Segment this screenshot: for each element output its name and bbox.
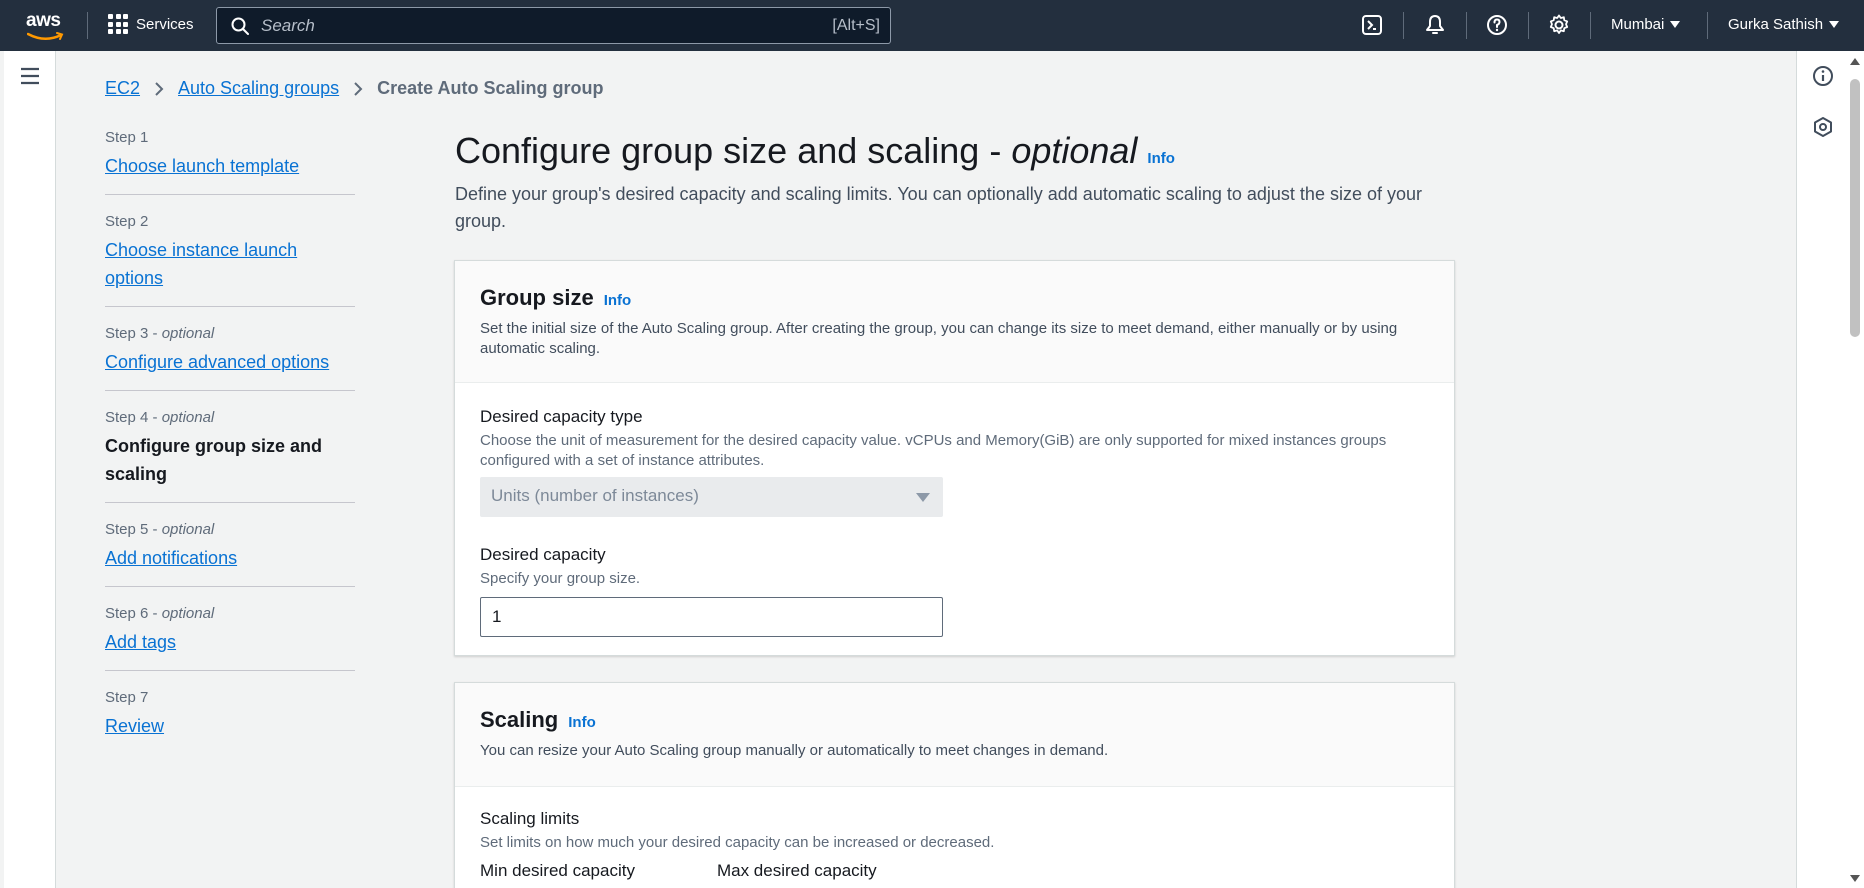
- group-size-title: Group size Info: [480, 285, 632, 310]
- scaling-body: Scaling limits Set limits on how much yo…: [455, 809, 1454, 881]
- services-label: Services: [136, 15, 194, 33]
- scaling-panel: Scaling Info You can resize your Auto Sca…: [454, 682, 1455, 888]
- scaling-limits-description: Set limits on how much your desired capa…: [480, 834, 995, 851]
- search-input[interactable]: [261, 8, 781, 43]
- desired-capacity-type-select[interactable]: Units (number of instances): [480, 477, 943, 517]
- search-icon: [231, 17, 249, 35]
- feedback-hexagon-icon[interactable]: [1812, 116, 1834, 138]
- page-info-link[interactable]: Info: [1147, 150, 1175, 167]
- scaling-title: Scaling Info: [480, 707, 596, 732]
- chevron-down-icon: [1670, 21, 1681, 28]
- group-size-info-link[interactable]: Info: [604, 292, 632, 309]
- max-desired-capacity-label: Max desired capacity: [716, 861, 877, 880]
- step-link-configure-advanced-options[interactable]: Configure advanced options: [105, 348, 329, 376]
- step-number-label: Step 7: [105, 689, 149, 706]
- scroll-up-arrow-icon[interactable]: [1850, 58, 1860, 65]
- group-size-description: Set the initial size of the Auto Scaling…: [480, 320, 1398, 357]
- step-link-choose-instance-launch-options[interactable]: Choose instance launch options: [105, 236, 355, 292]
- group-size-panel: Group size Info Set the initial size of t…: [454, 260, 1455, 656]
- page-title: Configure group size and scaling - optio…: [455, 130, 1175, 171]
- desired-capacity-type-label: Desired capacity type: [480, 407, 643, 426]
- nav-divider: [1403, 12, 1404, 39]
- scaling-info-link[interactable]: Info: [568, 714, 596, 731]
- scaling-header: Scaling Info You can resize your Auto Sca…: [455, 683, 1454, 787]
- search-bar[interactable]: [Alt+S]: [216, 7, 891, 44]
- wizard-step: Step 7 Review: [105, 688, 355, 754]
- step-number-label: Step 6 - optional: [105, 605, 215, 622]
- region-label: Mumbai: [1611, 16, 1665, 33]
- nav-divider: [1707, 12, 1708, 39]
- step-link-add-tags[interactable]: Add tags: [105, 628, 176, 656]
- step-link-choose-launch-template[interactable]: Choose launch template: [105, 152, 299, 180]
- aws-logo-text: aws: [26, 10, 61, 31]
- scaling-description: You can resize your Auto Scaling group m…: [480, 742, 1109, 759]
- step-number-label: Step 4 - optional: [105, 409, 215, 426]
- account-menu[interactable]: Gurka Sathish: [1728, 16, 1840, 33]
- services-menu-button[interactable]: Services: [108, 14, 194, 34]
- settings-gear-icon[interactable]: [1547, 13, 1571, 37]
- breadcrumb-link-auto-scaling-groups[interactable]: Auto Scaling groups: [178, 78, 339, 99]
- hamburger-menu-icon[interactable]: [20, 67, 40, 85]
- services-grid-icon: [108, 14, 128, 34]
- desired-capacity-type-value: Units (number of instances): [491, 486, 699, 505]
- step-number-label: Step 3 - optional: [105, 325, 215, 342]
- chevron-right-icon: [354, 81, 363, 96]
- step-number-label: Step 1: [105, 129, 149, 146]
- left-navigation-strip: [4, 51, 56, 888]
- aws-smile-icon: [27, 32, 64, 40]
- group-size-body: Desired capacity type Choose the unit of…: [455, 407, 1454, 637]
- wizard-steps-navigation: Step 1 Choose launch template Step 2 Cho…: [105, 128, 355, 771]
- chevron-down-icon: [1829, 21, 1840, 28]
- desired-capacity-label: Desired capacity: [480, 545, 606, 564]
- region-selector[interactable]: Mumbai: [1611, 16, 1681, 33]
- search-shortcut-hint: [Alt+S]: [832, 17, 880, 34]
- step-link-review[interactable]: Review: [105, 712, 164, 740]
- nav-divider: [1466, 12, 1467, 39]
- breadcrumb-current: Create Auto Scaling group: [377, 78, 604, 98]
- wizard-step: Step 6 - optional Add tags: [105, 604, 355, 671]
- page-scrollbar[interactable]: [1846, 51, 1864, 888]
- group-size-header: Group size Info Set the initial size of t…: [455, 261, 1454, 383]
- scroll-down-arrow-icon[interactable]: [1850, 875, 1860, 882]
- page-title-optional: optional: [1011, 130, 1138, 171]
- desired-capacity-input[interactable]: [480, 597, 943, 637]
- step-number-label: Step 2: [105, 213, 149, 230]
- chevron-right-icon: [155, 81, 164, 96]
- wizard-step: Step 5 - optional Add notifications: [105, 520, 355, 587]
- info-panel-icon[interactable]: [1812, 65, 1834, 87]
- account-name: Gurka Sathish: [1728, 16, 1824, 33]
- top-navigation-bar: aws Services [Alt+S]: [0, 0, 1864, 51]
- right-tools-strip: [1796, 51, 1846, 888]
- breadcrumb-link-ec2[interactable]: EC2: [105, 78, 140, 99]
- wizard-step: Step 2 Choose instance launch options: [105, 212, 355, 307]
- wizard-step-current: Step 4 - optional Configure group size a…: [105, 408, 355, 503]
- step-number-label: Step 5 - optional: [105, 521, 215, 538]
- scroll-thumb[interactable]: [1850, 79, 1860, 337]
- nav-divider: [87, 12, 88, 39]
- nav-divider: [1590, 12, 1591, 39]
- step-current-title: Configure group size and scaling: [105, 436, 323, 484]
- notifications-bell-icon[interactable]: [1423, 13, 1447, 37]
- cloudshell-icon[interactable]: [1360, 13, 1384, 37]
- breadcrumb: EC2 Auto Scaling groups Create Auto Scal…: [105, 78, 603, 99]
- step-link-add-notifications[interactable]: Add notifications: [105, 544, 237, 572]
- aws-logo[interactable]: aws: [26, 10, 68, 40]
- scaling-limits-label: Scaling limits: [480, 809, 580, 828]
- min-desired-capacity-label: Min desired capacity: [480, 861, 635, 880]
- wizard-step: Step 1 Choose launch template: [105, 128, 355, 195]
- nav-divider: [1528, 12, 1529, 39]
- help-icon[interactable]: [1485, 13, 1509, 37]
- caret-down-icon: [916, 493, 930, 502]
- desired-capacity-description: Specify your group size.: [480, 570, 641, 587]
- desired-capacity-type-description: Choose the unit of measurement for the d…: [480, 432, 1387, 469]
- wizard-step: Step 3 - optional Configure advanced opt…: [105, 324, 355, 391]
- page-description: Define your group's desired capacity and…: [455, 184, 1422, 231]
